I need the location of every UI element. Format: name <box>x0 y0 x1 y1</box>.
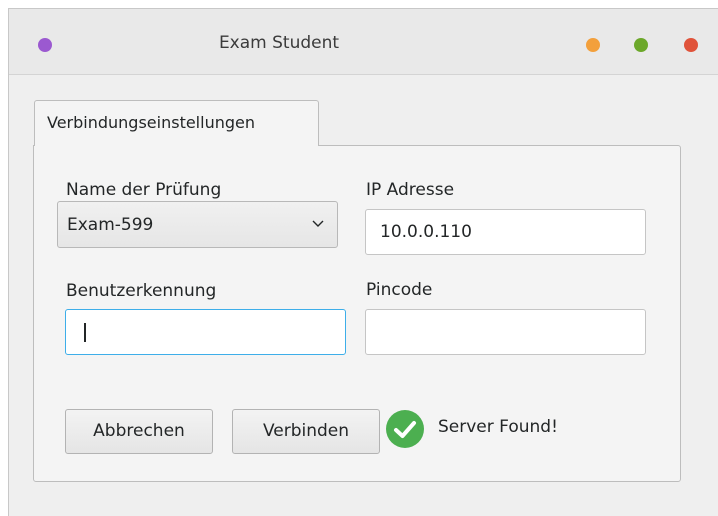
pincode-label: Pincode <box>366 280 433 300</box>
status-text: Server Found! <box>438 417 558 437</box>
check-circle-icon <box>386 410 424 448</box>
minimize-button[interactable] <box>586 38 600 52</box>
close-button[interactable] <box>684 38 698 52</box>
title-bar[interactable]: Exam Student <box>9 9 718 75</box>
tab-verbindungseinstellungen[interactable]: Verbindungseinstellungen <box>34 100 319 146</box>
tab-label: Verbindungseinstellungen <box>47 113 255 132</box>
exam-name-label: Name der Prüfung <box>66 180 222 200</box>
pincode-field[interactable] <box>365 309 646 355</box>
maximize-button[interactable] <box>634 38 648 52</box>
exam-name-select[interactable]: Exam-599 <box>57 201 338 248</box>
user-id-label: Benutzerkennung <box>66 281 217 301</box>
connect-button[interactable]: Verbinden <box>232 409 380 454</box>
text-cursor <box>84 323 86 342</box>
ip-address-label: IP Adresse <box>366 180 455 200</box>
cancel-button[interactable]: Abbrechen <box>65 409 213 454</box>
window-title: Exam Student <box>218 33 340 53</box>
ip-address-field[interactable] <box>365 209 646 255</box>
user-id-field[interactable] <box>65 309 346 355</box>
chevron-down-icon <box>312 220 324 227</box>
exam-name-value: Exam-599 <box>67 215 154 235</box>
